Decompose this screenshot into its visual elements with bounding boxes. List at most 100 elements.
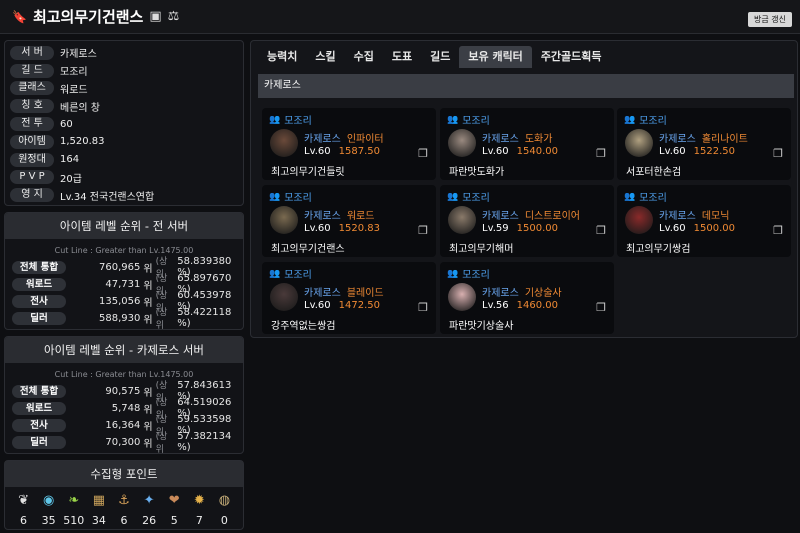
copy-icon[interactable]: ❐ <box>773 147 783 160</box>
guild-line: 👥 모조리 <box>624 189 667 205</box>
guild-line: 👥 모조리 <box>447 189 490 205</box>
info-value: 20급 <box>60 173 82 185</box>
character-item-level: 1460.00 <box>516 300 558 311</box>
copy-icon[interactable]: ❐ <box>418 224 428 237</box>
character-card[interactable]: 👥 모조리카제로스 블레이드 Lv.60 1472.50 ❐ 강주역없는쌍검 <box>262 262 436 334</box>
guild-line: 👥 모조리 <box>624 112 667 128</box>
guild-line: 👥 모조리 <box>269 189 312 205</box>
copy-icon[interactable]: ❐ <box>596 224 606 237</box>
character-card[interactable]: 👥 모조리 카제로스 디스트로이어 Lv.59 1500.00 ❐ 최고의무기해머 <box>440 185 614 257</box>
collection-item[interactable]: ✹ 7 <box>188 493 210 527</box>
character-card[interactable]: 👥 모조리 카제로스 기상술사 Lv.56 1460.00 ❐ 파란맛기상술사 <box>440 262 614 334</box>
character-level: Lv.60 <box>304 223 331 234</box>
rank-category-label: 전사 <box>12 294 66 308</box>
refresh-button[interactable]: 방금 갱신 <box>748 12 792 27</box>
info-label: 서 버 <box>10 45 54 60</box>
level-line: Lv.60 1520.83 <box>304 223 380 234</box>
guild-members-icon: 👥 <box>269 268 281 279</box>
info-row: 아이템 1,520.83 <box>5 133 243 151</box>
info-row: 원정대 164 <box>5 151 243 169</box>
guild-members-icon: 👥 <box>269 191 281 202</box>
collection-item[interactable]: ❧ 510 <box>63 493 85 527</box>
character-item-level: 1500.00 <box>516 223 558 234</box>
bookmark-icon[interactable]: 🔖 <box>12 10 27 24</box>
rank-row: 딜러 70,300 위 (상위 57.382134 %) <box>5 431 243 455</box>
character-avatar <box>448 283 476 311</box>
tab-5[interactable]: 보유 캐릭터 <box>459 46 532 68</box>
tab-1[interactable]: 스킬 <box>306 46 344 68</box>
character-avatar <box>625 129 653 157</box>
info-row: 길 드 모조리 <box>5 62 243 80</box>
character-card[interactable]: 👥 모조리 카제로스 데모닉 Lv.60 1500.00 ❐ 최고의무기쌍검 <box>617 185 791 257</box>
rank-value: 588,930 <box>99 312 141 324</box>
guild-members-icon: 👥 <box>624 191 636 202</box>
guild-name: 모조리 <box>462 116 490 127</box>
collection-count: 7 <box>195 514 203 527</box>
guild-line: 👥 모조리 <box>269 266 312 282</box>
collection-item[interactable]: ◉ 35 <box>38 493 60 527</box>
id-card-icon[interactable]: ▣ <box>149 9 161 24</box>
rank-all-title: 아이템 레벨 순위 - 전 서버 <box>5 213 243 239</box>
copy-icon[interactable]: ❐ <box>596 301 606 314</box>
level-line: Lv.60 1522.50 <box>659 146 735 157</box>
info-value: 모조리 <box>60 67 88 79</box>
collection-count: 5 <box>170 514 178 527</box>
tab-4[interactable]: 길드 <box>421 46 459 68</box>
character-level: Lv.60 <box>482 146 509 157</box>
copy-icon[interactable]: ❐ <box>418 147 428 160</box>
level-line: Lv.60 1472.50 <box>304 300 380 311</box>
character-class: 블레이드 <box>346 288 384 299</box>
collection-count: 510 <box>63 514 85 527</box>
rank-value: 47,731 <box>105 278 141 290</box>
collection-item[interactable]: ◍ 0 <box>213 493 235 527</box>
info-value: 164 <box>60 154 80 166</box>
character-avatar <box>270 206 298 234</box>
seed-icon: ❦ <box>18 493 29 508</box>
tab-2[interactable]: 수집 <box>345 46 383 68</box>
rank-category-label: 전사 <box>12 418 66 432</box>
character-card[interactable]: 👥 모조리 카제로스 도화가 Lv.60 1540.00 ❐ 파란맛도화가 <box>440 108 614 180</box>
collection-item[interactable]: ❦ 6 <box>13 493 35 527</box>
character-card[interactable]: 👥 모조리 카제로스 워로드 Lv.60 1520.83 ❐ 최고의무기건랜스 <box>262 185 436 257</box>
info-label: 영 지 <box>10 188 54 203</box>
copy-icon[interactable]: ❐ <box>773 224 783 237</box>
character-name: 강주역없는쌍검 <box>271 321 336 332</box>
tab-3[interactable]: 도표 <box>383 46 421 68</box>
character-name: 최고의무기쌍검 <box>626 244 691 255</box>
server-class-line: 카제로스 워로드 <box>304 207 374 222</box>
collection-item[interactable]: ✦ 26 <box>138 493 160 527</box>
rank-unit: 위 <box>143 297 153 309</box>
collection-item[interactable]: ⚓ 6 <box>113 493 135 527</box>
copy-icon[interactable]: ❐ <box>596 147 606 160</box>
character-server: 카제로스 <box>482 288 519 299</box>
character-class: 인파이터 <box>346 134 384 145</box>
collection-item[interactable]: ▦ 34 <box>88 493 110 527</box>
scale-icon[interactable]: ⚖ <box>168 9 180 24</box>
level-line: Lv.60 1500.00 <box>659 223 735 234</box>
character-card[interactable]: 👥 모조리 카제로스 인파이터 Lv.60 1587.50 ❐ 최고의무기건들릿 <box>262 108 436 180</box>
character-item-level: 1587.50 <box>338 146 380 157</box>
character-level: Lv.59 <box>482 223 509 234</box>
rank-server-panel: 아이템 레벨 순위 - 카제로스 서버 Cut Line : Greater t… <box>4 336 244 455</box>
ship-icon: ⚓ <box>118 493 130 508</box>
painting-icon: ▦ <box>92 493 106 508</box>
page-title: 최고의무기건랜스 <box>32 8 144 26</box>
info-row: 영 지 Lv.34 전국건랜스연합 <box>5 186 243 204</box>
info-value: 카제로스 <box>60 49 97 61</box>
copy-icon[interactable]: ❐ <box>418 301 428 314</box>
info-value: 베른의 창 <box>60 102 100 114</box>
character-server: 카제로스 <box>482 211 519 222</box>
character-name: 최고의무기건들릿 <box>271 167 345 178</box>
guild-line: 👥 모조리 <box>447 112 490 128</box>
character-item-level: 1540.00 <box>516 146 558 157</box>
tab-6[interactable]: 주간골드획득 <box>532 46 611 68</box>
orb-icon: ◍ <box>218 493 231 508</box>
info-label: 아이템 <box>10 134 54 149</box>
character-card[interactable]: 👥 모조리 카제로스 홀리나이트 Lv.60 1522.50 ❐ 서포터한손검 <box>617 108 791 180</box>
level-line: Lv.60 1540.00 <box>482 146 558 157</box>
tab-0[interactable]: 능력치 <box>258 46 306 68</box>
collection-item[interactable]: ❤ 5 <box>163 493 185 527</box>
character-level: Lv.60 <box>304 300 331 311</box>
server-class-line: 카제로스 블레이드 <box>304 284 384 299</box>
info-label: P V P <box>10 170 54 185</box>
